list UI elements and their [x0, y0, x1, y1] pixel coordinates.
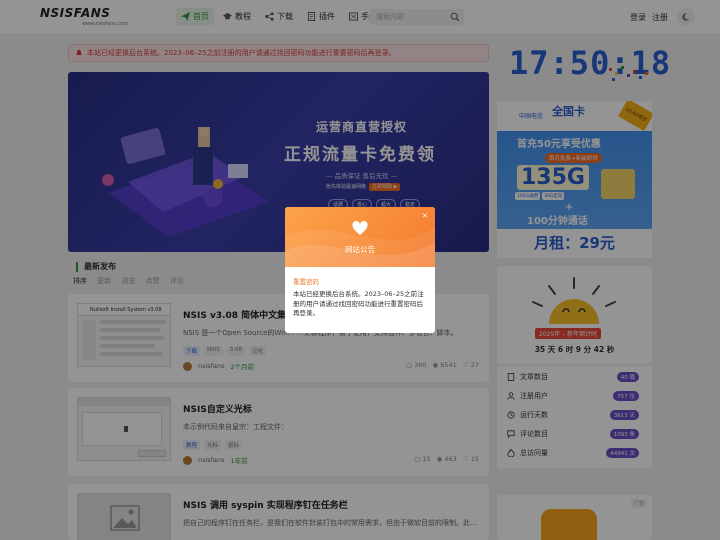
close-icon[interactable]: ✕ [422, 212, 428, 220]
heart-icon [352, 221, 368, 235]
announcement-modal: 网站公告 ✕ 重置密码 本站已经更换后台系统。2023–06–25之前注册的用户… [285, 207, 435, 333]
modal-subtitle: 重置密码 [293, 278, 319, 286]
modal-header-decoration [285, 227, 435, 267]
modal-title: 网站公告 [345, 245, 375, 254]
modal-body: 本站已经更换后台系统。2023–06–25之前注册的用户请通过找回密码功能进行重… [293, 290, 424, 317]
modal-header: 网站公告 ✕ [285, 207, 435, 267]
